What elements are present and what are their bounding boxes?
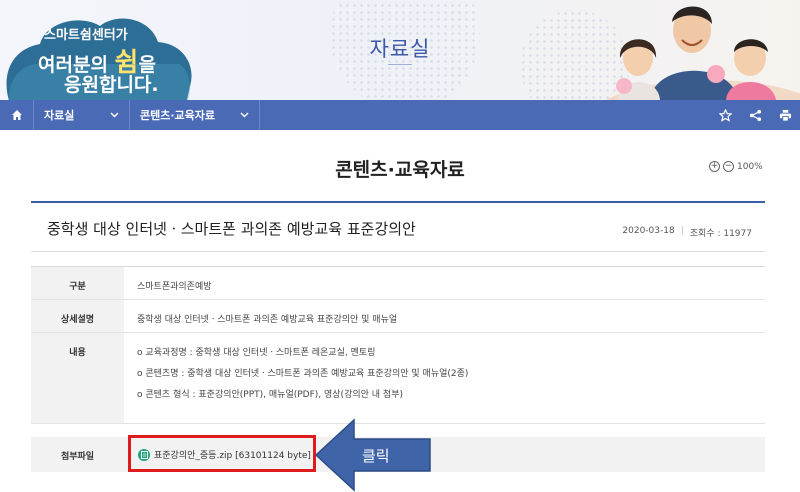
star-icon xyxy=(718,108,732,122)
page-title: 콘텐츠·교육자료 xyxy=(335,159,465,181)
zoom-level: 100% xyxy=(737,161,763,172)
home-button[interactable] xyxy=(0,100,34,130)
slogan-line3: 응원합니다. xyxy=(64,74,159,96)
table-row-category: 구분 스마트폰과의존예방 xyxy=(31,267,765,300)
title-divider xyxy=(31,251,765,252)
description-value: 중학생 대상 인터넷ㆍ스마트폰 과의존 예방교육 표준강의안 및 매뉴얼 xyxy=(137,315,398,325)
callout-text: 클릭 xyxy=(362,447,390,465)
printer-icon xyxy=(779,109,791,122)
menu-dropdown-2-label: 콘텐츠·교육자료 xyxy=(140,109,216,122)
zoom-controls: + − 100% xyxy=(709,161,763,172)
zoom-in-button[interactable]: + xyxy=(709,161,720,172)
print-button[interactable] xyxy=(770,100,800,130)
content-value: o 교육과정명 : 중학생 대상 인터넷ㆍ스마트폰 레온교실, 멘토링 o 콘텐… xyxy=(124,333,765,423)
post-title: 중학생 대상 인터넷ㆍ스마트폰 과의존 예방교육 표준강의안 xyxy=(47,220,416,238)
detail-table: 구분 스마트폰과의존예방 상세설명 중학생 대상 인터넷ㆍ스마트폰 과의존 예방… xyxy=(31,266,765,424)
chevron-down-icon xyxy=(240,112,249,118)
attachment-label: 첨부파일 xyxy=(31,437,124,472)
favorite-button[interactable] xyxy=(710,100,740,130)
banner-title-underline xyxy=(388,64,412,65)
post-meta: 2020-03-18 | 조회수 : 11977 xyxy=(622,226,752,239)
menu-dropdown-1[interactable]: 자료실 xyxy=(34,100,130,130)
breadcrumb-nav: 자료실 콘텐츠·교육자료 xyxy=(0,100,800,130)
section-divider xyxy=(31,201,765,203)
nav-actions xyxy=(710,100,800,130)
content-line: o 교육과정명 : 중학생 대상 인터넷ㆍ스마트폰 레온교실, 멘토링 xyxy=(137,348,376,358)
highlight-box xyxy=(128,435,316,472)
chevron-down-icon xyxy=(110,112,119,118)
post-date: 2020-03-18 xyxy=(622,226,675,236)
menu-dropdown-2[interactable]: 콘텐츠·교육자료 xyxy=(130,100,260,130)
meta-separator: | xyxy=(680,226,684,236)
post-views: 조회수 : 11977 xyxy=(689,229,752,239)
table-row-content: 내용 o 교육과정명 : 중학생 대상 인터넷ㆍ스마트폰 레온교실, 멘토링 o… xyxy=(31,333,765,424)
category-value: 스마트폰과의존예방 xyxy=(137,282,212,292)
table-row-description: 상세설명 중학생 대상 인터넷ㆍ스마트폰 과의존 예방교육 표준강의안 및 매뉴… xyxy=(31,300,765,333)
content-label: 내용 xyxy=(31,333,124,423)
home-icon xyxy=(11,110,22,120)
content-line: o 콘텐츠명 : 중학생 대상 인터넷ㆍ스마트폰 과의존 예방교육 표준강의안 … xyxy=(137,369,469,379)
top-banner: 스마트쉼센터가 여러분의 쉼을 응원합니다. 자료실 xyxy=(0,0,800,100)
content-line: o 콘텐츠 형식 : 표준강의안(PPT), 매뉴얼(PDF), 영상(강의안 … xyxy=(137,390,403,400)
family-photo xyxy=(606,6,800,100)
category-label: 구분 xyxy=(31,267,124,299)
menu-dropdown-1-label: 자료실 xyxy=(44,109,75,122)
zoom-out-button[interactable]: − xyxy=(723,161,734,172)
description-label: 상세설명 xyxy=(31,300,124,332)
share-icon xyxy=(749,109,761,121)
share-button[interactable] xyxy=(740,100,770,130)
